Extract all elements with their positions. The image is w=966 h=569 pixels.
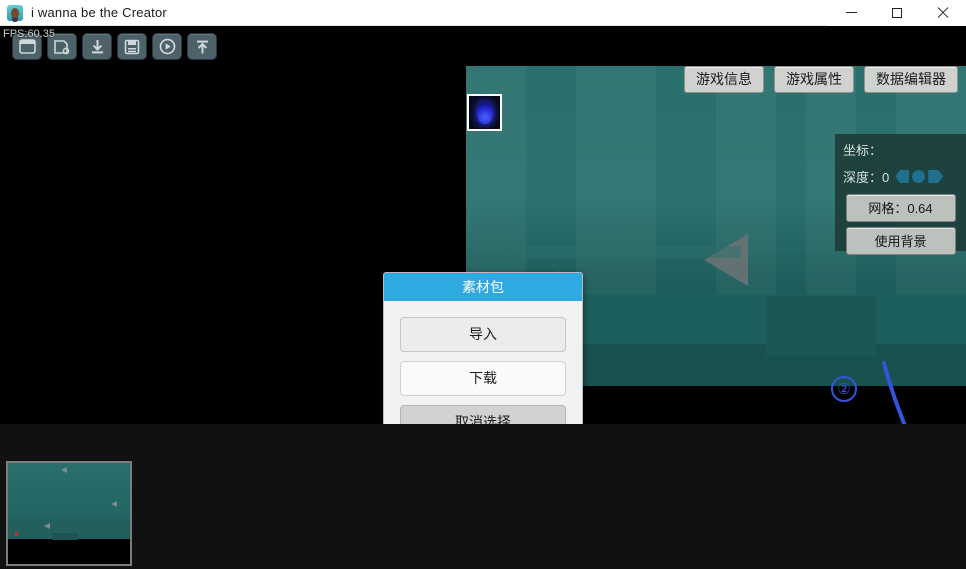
coordinate-row: 坐标：	[843, 140, 958, 159]
game-properties-button[interactable]: 游戏属性	[774, 66, 854, 93]
flame-sprite-icon	[476, 101, 493, 124]
close-button[interactable]	[920, 0, 966, 26]
maximize-button[interactable]	[874, 0, 920, 26]
direction-triangle-icon	[704, 234, 748, 286]
import-icon[interactable]	[82, 33, 112, 60]
game-canvas[interactable]: 游戏信息 游戏属性 数据编辑器 坐标： 深度：0 网格：0.64 使用背景 ②	[0, 66, 966, 424]
minimap[interactable]	[6, 461, 132, 566]
depth-shape-group[interactable]	[895, 170, 944, 183]
maximize-icon	[892, 7, 902, 18]
material-package-dialog: 素材包 导入 下载 取消选择	[383, 272, 583, 424]
grid-size-button[interactable]: 网格：0.64	[845, 194, 956, 222]
use-background-button[interactable]: 使用背景	[845, 227, 956, 255]
window-title: i wanna be the Creator	[31, 5, 167, 20]
depth-row: 深度：0	[843, 167, 958, 186]
minimize-button[interactable]	[828, 0, 874, 26]
creator-editor-window: i wanna be the Creator FPS:60.35 游戏信息 游戏…	[0, 0, 966, 569]
depth-prev-icon[interactable]	[895, 170, 910, 183]
dialog-title: 素材包	[384, 273, 582, 301]
coordinate-panel: 坐标： 深度：0 网格：0.64 使用背景	[835, 134, 966, 255]
depth-label: 深度：0	[843, 170, 890, 185]
save-icon[interactable]	[117, 33, 147, 60]
import-button[interactable]: 导入	[400, 317, 566, 352]
depth-next-icon[interactable]	[928, 170, 944, 183]
game-info-button[interactable]: 游戏信息	[684, 66, 764, 93]
app-icon	[7, 4, 23, 21]
download-button[interactable]: 下载	[400, 361, 566, 396]
export-icon[interactable]	[187, 33, 217, 60]
cancel-selection-button[interactable]: 取消选择	[400, 405, 566, 424]
fps-counter: FPS:60.35	[3, 28, 55, 40]
canvas-top-buttons: 游戏信息 游戏属性 数据编辑器	[684, 66, 958, 93]
run-icon[interactable]	[152, 33, 182, 60]
close-icon	[937, 7, 949, 19]
editor-toolbar: FPS:60.35	[0, 26, 966, 66]
window-titlebar: i wanna be the Creator	[0, 0, 966, 26]
coordinate-label: 坐标：	[843, 143, 883, 158]
data-editor-button[interactable]: 数据编辑器	[864, 66, 958, 93]
minimize-icon	[845, 12, 857, 13]
depth-current-icon[interactable]	[912, 170, 926, 183]
annotation-arrow-icon	[882, 361, 907, 424]
scene-platform	[766, 296, 876, 356]
scene-ledge	[521, 246, 741, 258]
window-controls	[828, 0, 966, 26]
annotation-step-2: ②	[831, 376, 857, 402]
dialog-body: 导入 下载 取消选择	[384, 301, 582, 424]
bottom-panel: 小地图 / 关卡 放置层级 放置模式 放置分类 设置功能包 放置对象 ▼ 关卡 …	[0, 424, 966, 569]
player-sprite-preview[interactable]	[467, 94, 502, 131]
